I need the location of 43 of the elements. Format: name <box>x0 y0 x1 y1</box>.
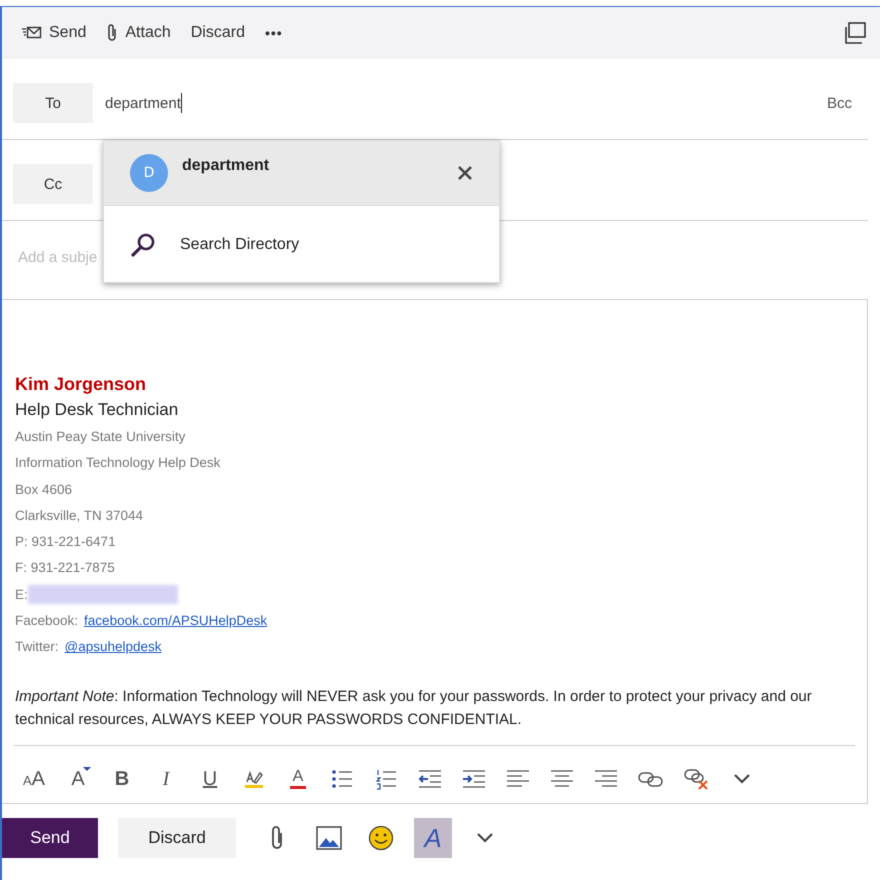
cc-button[interactable]: Cc <box>13 164 93 204</box>
signature-label: Twitter: <box>15 638 59 656</box>
close-icon[interactable] <box>457 165 473 181</box>
signature-line: Information Technology Help Desk <box>15 454 220 472</box>
signature-line: Austin Peay State University <box>15 428 186 446</box>
pop-out-icon[interactable] <box>842 22 866 44</box>
search-icon <box>130 232 156 258</box>
bcc-button[interactable]: Bcc <box>820 94 858 112</box>
signature-line: Box 4606 <box>15 480 72 499</box>
contact-suggestion[interactable]: D department <box>104 141 499 206</box>
contact-name: department <box>182 157 270 175</box>
signature-title: Help Desk Technician <box>15 399 180 421</box>
link[interactable]: facebook.com/APSUHelpDesk <box>84 608 268 634</box>
to-field[interactable]: department <box>105 93 182 113</box>
to-button[interactable]: To <box>13 83 93 123</box>
send-button[interactable]: Send <box>14 20 94 46</box>
more-button[interactable]: ••• <box>256 21 291 45</box>
underline-button[interactable]: U <box>198 766 222 792</box>
avatar: D <box>130 154 168 192</box>
color-button[interactable]: A <box>286 766 310 792</box>
signature-label: Facebook: <box>15 612 78 630</box>
signature-line: Clarksville, TN 37044 <box>15 506 144 525</box>
paperclip-icon <box>106 23 118 43</box>
paperclip-icon <box>270 825 284 851</box>
send-icon <box>22 26 42 40</box>
discard-button[interactable]: Discard <box>118 818 236 858</box>
grow-button[interactable]: A <box>66 766 90 792</box>
discard-button[interactable]: Discard <box>182 20 253 46</box>
italic-button[interactable]: I <box>154 766 178 792</box>
signature-label: E: <box>15 586 28 604</box>
bold-button[interactable]: B <box>110 766 134 792</box>
smiley-icon <box>368 825 394 851</box>
important-note: Important Note: Information Technology will NEVER ask you for your passwords. In order to protect your privacy and our technical resources, ALWAYS KEEP YOUR PASSWORDS CONFIDENTIAL. <box>15 686 813 730</box>
signature-line: F: 931-221-7875 <box>15 559 115 578</box>
font-size-button[interactable]: AA <box>22 766 46 792</box>
format-button[interactable]: A <box>414 818 452 858</box>
link[interactable]: @apsuhelpdesk <box>64 634 162 661</box>
image-icon <box>316 826 342 850</box>
signature-line: P: 931-221-6471 <box>15 533 116 552</box>
signature-name: Kim Jorgenson <box>15 373 148 396</box>
search-directory-item[interactable]: Search Directory <box>104 220 499 270</box>
attach-button[interactable]: Attach <box>98 19 179 47</box>
send-button[interactable]: Send <box>2 818 98 858</box>
